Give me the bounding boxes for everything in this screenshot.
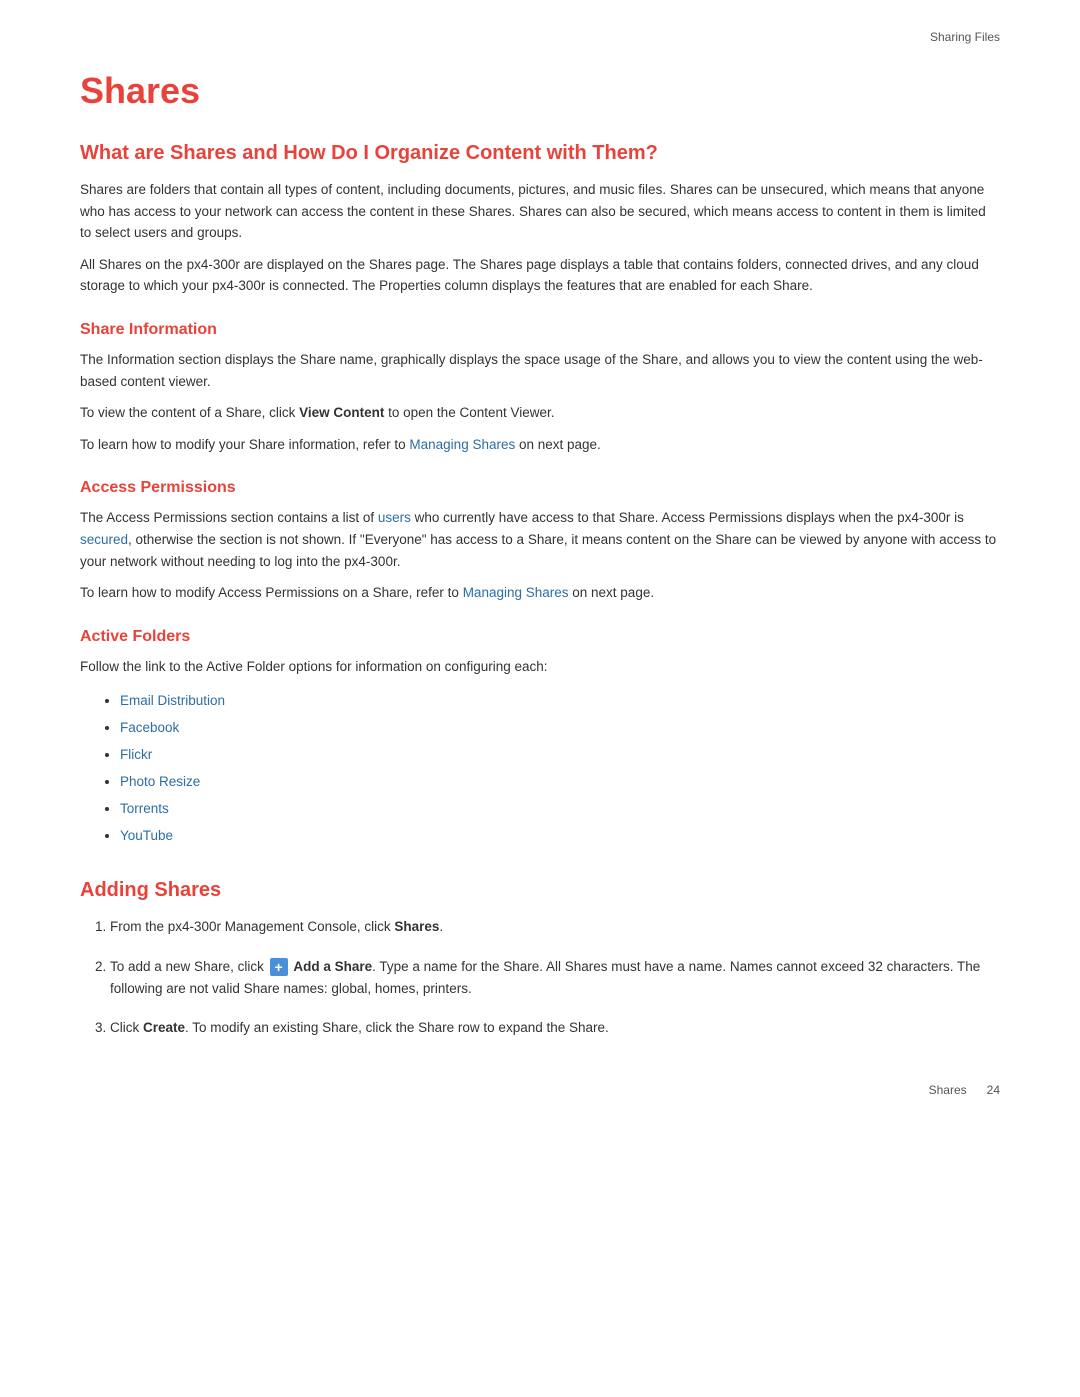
photo-resize-link[interactable]: Photo Resize xyxy=(120,774,200,789)
managing-shares-link-2[interactable]: Managing Shares xyxy=(463,585,569,600)
what-are-shares-para1: Shares are folders that contain all type… xyxy=(80,179,1000,244)
users-link[interactable]: users xyxy=(378,510,411,525)
access-permissions-para2: To learn how to modify Access Permission… xyxy=(80,582,1000,604)
footer-label: Shares xyxy=(929,1083,967,1097)
breadcrumb-text: Sharing Files xyxy=(930,30,1000,44)
list-item-flickr: Flickr xyxy=(120,741,1000,768)
youtube-link[interactable]: YouTube xyxy=(120,828,173,843)
page-title: Shares xyxy=(80,70,1000,112)
list-item-torrents: Torrents xyxy=(120,795,1000,822)
flickr-link[interactable]: Flickr xyxy=(120,747,152,762)
sub-heading-share-information: Share Information xyxy=(80,321,1000,339)
active-folders-para1: Follow the link to the Active Folder opt… xyxy=(80,656,1000,678)
footer-page-number: 24 xyxy=(987,1083,1000,1097)
list-item-facebook: Facebook xyxy=(120,714,1000,741)
managing-shares-link-1[interactable]: Managing Shares xyxy=(409,437,515,452)
page-footer: Shares 24 xyxy=(929,1083,1000,1097)
sub-heading-active-folders: Active Folders xyxy=(80,628,1000,646)
sub-heading-access-permissions: Access Permissions xyxy=(80,479,1000,497)
adding-shares-step-2: To add a new Share, click + Add a Share.… xyxy=(110,956,1000,999)
list-item-youtube: YouTube xyxy=(120,822,1000,849)
breadcrumb: Sharing Files xyxy=(930,30,1000,44)
share-info-para3: To learn how to modify your Share inform… xyxy=(80,434,1000,456)
share-info-para1: The Information section displays the Sha… xyxy=(80,349,1000,392)
what-are-shares-para2: All Shares on the px4-300r are displayed… xyxy=(80,254,1000,297)
list-item-email-distribution: Email Distribution xyxy=(120,687,1000,714)
active-folders-list: Email Distribution Facebook Flickr Photo… xyxy=(120,687,1000,849)
page-container: Sharing Files Shares What are Shares and… xyxy=(0,0,1080,1137)
adding-shares-list: From the px4-300r Management Console, cl… xyxy=(110,916,1000,1038)
facebook-link[interactable]: Facebook xyxy=(120,720,179,735)
email-distribution-link[interactable]: Email Distribution xyxy=(120,693,225,708)
secured-link[interactable]: secured xyxy=(80,532,128,547)
adding-shares-step-1: From the px4-300r Management Console, cl… xyxy=(110,916,1000,938)
section-heading-what-are-shares: What are Shares and How Do I Organize Co… xyxy=(80,142,1000,165)
list-item-photo-resize: Photo Resize xyxy=(120,768,1000,795)
adding-shares-step-3: Click Create. To modify an existing Shar… xyxy=(110,1017,1000,1039)
torrents-link[interactable]: Torrents xyxy=(120,801,169,816)
section-heading-adding-shares: Adding Shares xyxy=(80,879,1000,902)
access-permissions-para1: The Access Permissions section contains … xyxy=(80,507,1000,572)
add-share-icon: + xyxy=(270,958,288,976)
share-info-para2: To view the content of a Share, click Vi… xyxy=(80,402,1000,424)
